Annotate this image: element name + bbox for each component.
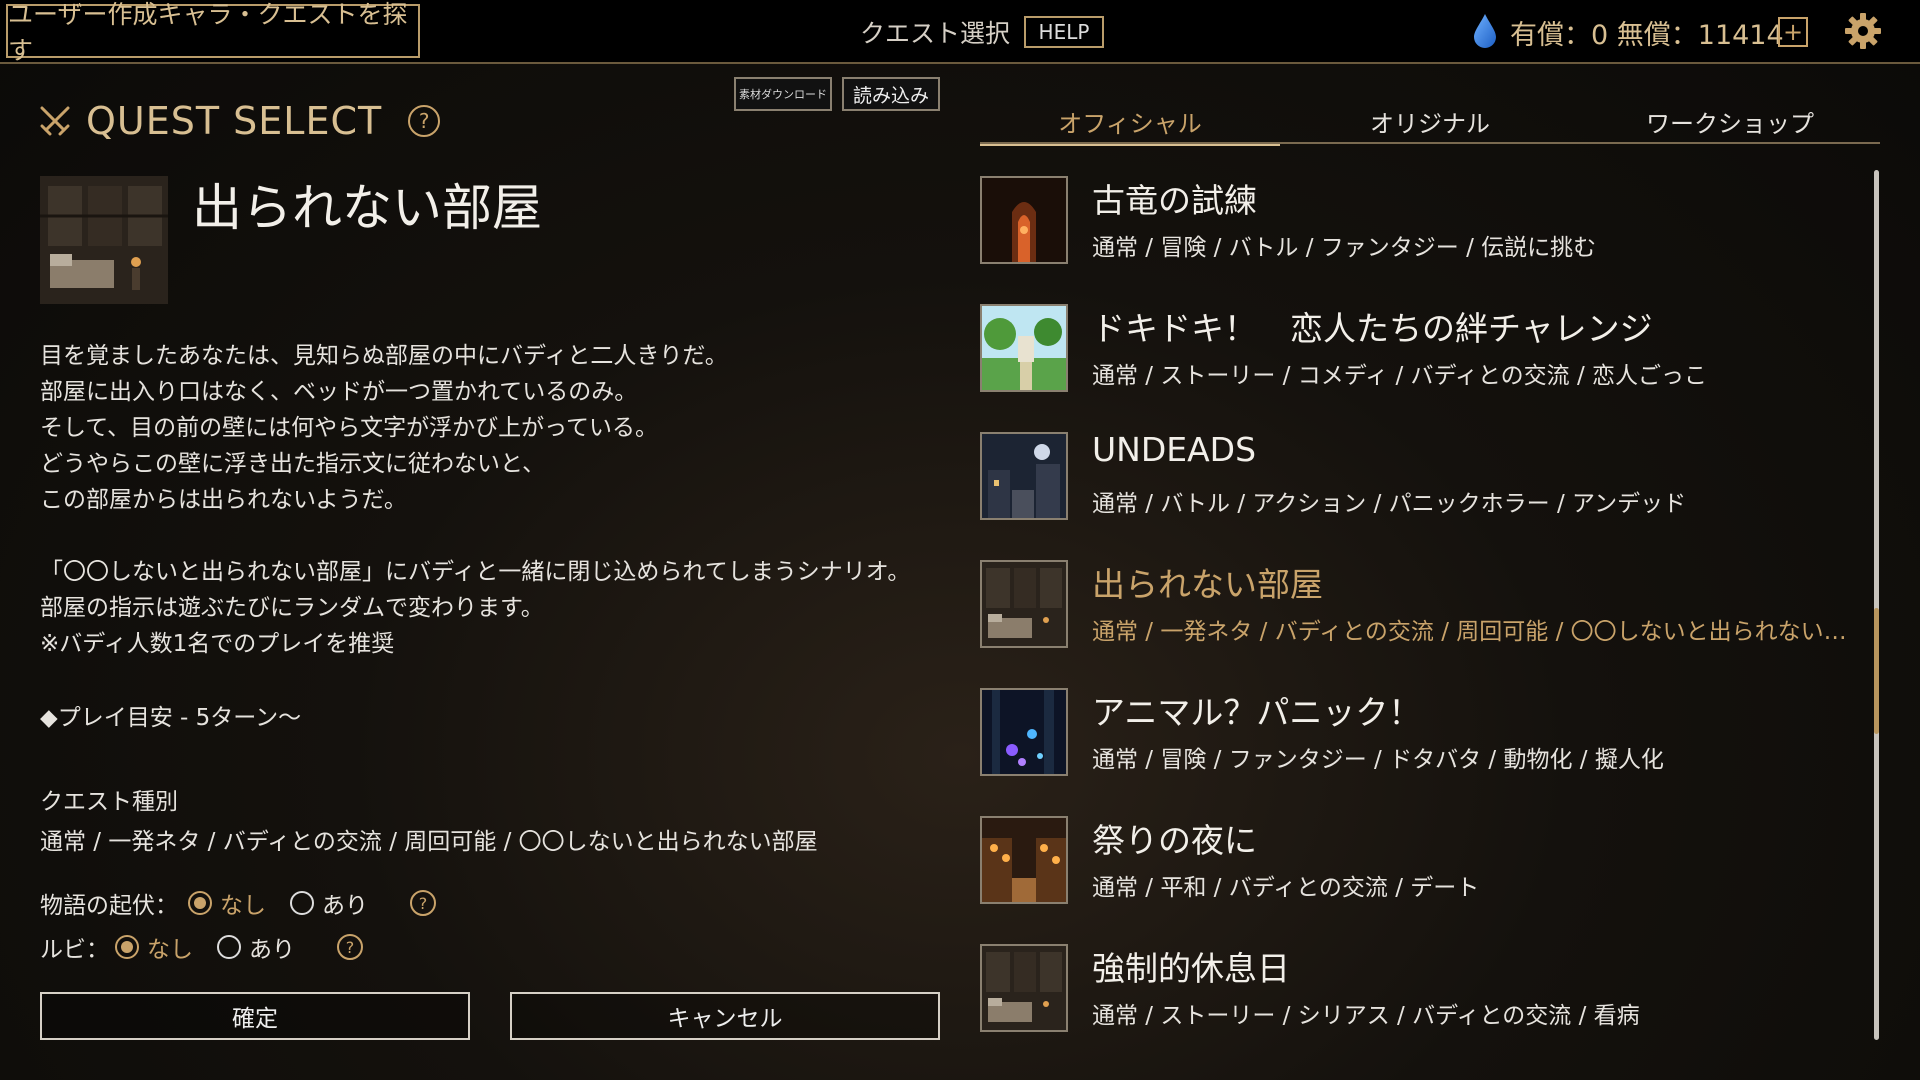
quest-title: 強制的休息日 (1092, 949, 1290, 988)
quest-tags: 通常 / ストーリー / コメディ / バディとの交流 / 恋人ごっこ (1092, 363, 1708, 389)
quest-detail-title: 出られない部屋 (192, 179, 542, 237)
quest-list-item[interactable]: UNDEADS 通常 / バトル / アクション / パニックホラー / アンデ… (980, 430, 1870, 526)
quest-description: 目を覚ましたあなたは、見知らぬ部屋の中にバディと二人きりだ。 部屋に出入り口はな… (40, 338, 920, 698)
quest-description-paragraph: 目を覚ましたあなたは、見知らぬ部屋の中にバディと二人きりだ。 部屋に出入り口はな… (40, 343, 728, 513)
screen-title: クエスト選択 (860, 19, 1011, 48)
radio-selected-icon (188, 891, 212, 915)
ruby-radio-yes[interactable]: あり (217, 930, 295, 964)
festival-thumbnail (980, 816, 1068, 904)
load-button[interactable]: 読み込み (842, 77, 940, 111)
radio-selected-icon (115, 935, 139, 959)
story-radio-none[interactable]: なし (188, 886, 266, 920)
story-intensity-label: 物語の起伏： (40, 893, 178, 919)
quest-tags: 通常 / 一発ネタ / バディとの交流 / 周回可能 / 〇〇しないと出られない… (1092, 619, 1852, 645)
radio-unselected-icon (217, 935, 241, 959)
tab-workshop[interactable]: ワークショップ (1580, 104, 1880, 144)
quest-title: 祭りの夜に (1092, 821, 1257, 860)
quest-tags: 通常 / ストーリー / シリアス / バディとの交流 / 看病 (1092, 1003, 1640, 1029)
night-town-thumbnail (980, 432, 1068, 520)
cancel-button[interactable]: キャンセル (510, 992, 940, 1040)
quest-title: アニマル？パニック！ (1092, 693, 1422, 732)
confirm-button[interactable]: 確定 (40, 992, 470, 1040)
quest-select-title: QUEST SELECT (86, 99, 383, 143)
quest-tags: 通常 / バトル / アクション / パニックホラー / アンデッド (1092, 491, 1687, 517)
quest-list-item[interactable]: アニマル？パニック！ 通常 / 冒険 / ファンタジー / ドタバタ / 動物化… (980, 686, 1870, 782)
quest-list-item[interactable]: 古竜の試練 通常 / 冒険 / バトル / ファンタジー / 伝説に挑む (980, 174, 1870, 270)
bedroom-thumbnail-art (40, 176, 168, 304)
garden-thumbnail (980, 304, 1068, 392)
quest-list-item[interactable]: ドキドキ！ 恋人たちの絆チャレンジ 通常 / ストーリー / コメディ / バデ… (980, 302, 1870, 398)
add-currency-button[interactable]: + (1778, 17, 1808, 47)
radio-label: あり (249, 937, 295, 963)
water-drop-icon (1474, 14, 1496, 48)
ruby-label: ルビ： (40, 937, 109, 963)
magic-forest-thumbnail (980, 688, 1068, 776)
currency-display: 有償：0 無償：11414 (1510, 20, 1784, 51)
help-button[interactable]: HELP (1024, 16, 1104, 48)
tab-original[interactable]: オリジナル (1280, 104, 1580, 144)
quest-list-item[interactable]: 強制的休息日 通常 / ストーリー / シリアス / バディとの交流 / 看病 (980, 942, 1870, 1038)
user-quest-search-button[interactable]: ユーザー作成キャラ・クエストを探す (6, 0, 420, 65)
gear-icon[interactable] (1844, 12, 1882, 50)
quest-title: ドキドキ！ 恋人たちの絆チャレンジ (1092, 309, 1653, 348)
ruby-option: ルビ： なし あり ? (40, 930, 363, 964)
quest-tags: 通常 / 冒険 / バトル / ファンタジー / 伝説に挑む (1092, 235, 1597, 261)
bedroom-thumbnail (980, 944, 1068, 1032)
quest-list-scrollbar-thumb[interactable] (1874, 608, 1879, 734)
quest-description-paragraph: 「〇〇しないと出られない部屋」にバディと一緒に閉じ込められてしまうシナリオ。部屋… (40, 559, 911, 657)
quest-title: 出られない部屋 (1092, 565, 1323, 604)
quest-type-value: 通常 / 一発ネタ / バディとの交流 / 周回可能 / 〇〇しないと出られない… (40, 829, 818, 855)
quest-tags: 通常 / 平和 / バディとの交流 / デート (1092, 875, 1480, 901)
crossed-swords-icon (40, 106, 70, 136)
quest-title: 古竜の試練 (1092, 181, 1257, 220)
quest-tags: 通常 / 冒険 / ファンタジー / ドタバタ / 動物化 / 擬人化 (1092, 747, 1664, 773)
ruby-radio-none[interactable]: なし (115, 930, 193, 964)
radio-label: あり (322, 893, 368, 919)
radio-label: なし (147, 937, 193, 963)
quest-title: UNDEADS (1092, 430, 1257, 469)
quest-list[interactable]: 古竜の試練 通常 / 冒険 / バトル / ファンタジー / 伝説に挑む ドキド… (980, 174, 1870, 1044)
quest-select-header: QUEST SELECT ? (38, 98, 441, 144)
story-radio-yes[interactable]: あり (290, 886, 368, 920)
bedroom-thumbnail (980, 560, 1068, 648)
quest-detail-thumbnail (40, 176, 168, 304)
tab-official[interactable]: オフィシャル (980, 104, 1280, 146)
story-help-icon[interactable]: ? (410, 890, 436, 916)
quest-list-item-selected[interactable]: 出られない部屋 通常 / 一発ネタ / バディとの交流 / 周回可能 / 〇〇し… (980, 558, 1870, 654)
quest-select-help-icon[interactable]: ? (408, 105, 441, 137)
ruby-help-icon[interactable]: ? (337, 934, 363, 960)
play-guide-text: ◆プレイ目安 - 5ターン～ (40, 705, 302, 731)
quest-source-tabs: オフィシャル オリジナル ワークショップ (980, 104, 1880, 146)
quest-list-item[interactable]: 祭りの夜に 通常 / 平和 / バディとの交流 / デート (980, 814, 1870, 910)
top-bar: ユーザー作成キャラ・クエストを探す クエスト選択 HELP 有償：0 無償：11… (0, 0, 1920, 65)
quest-type-label: クエスト種別 (40, 789, 178, 815)
material-download-button[interactable]: 素材ダウンロード (734, 77, 832, 111)
story-intensity-option: 物語の起伏： なし あり ? (40, 886, 436, 920)
quest-list-scrollbar[interactable] (1874, 170, 1879, 1040)
ancient-dragon-thumbnail (980, 176, 1068, 264)
radio-unselected-icon (290, 891, 314, 915)
radio-label: なし (220, 893, 266, 919)
